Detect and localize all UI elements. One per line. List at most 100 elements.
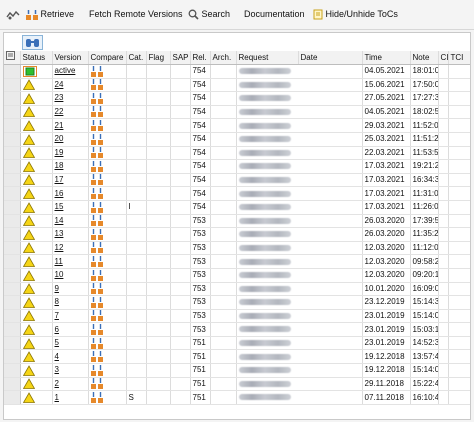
version-link[interactable]: 1 [52, 390, 89, 405]
row-selector[interactable] [4, 377, 21, 392]
table-row[interactable]: 5 751 23.01.201914:52:33 [4, 336, 470, 351]
version-link[interactable]: 16 [52, 186, 89, 201]
version-link[interactable]: 5 [52, 336, 89, 351]
table-row[interactable]: 12 753 12.03.202011:12:03 [4, 241, 470, 256]
row-selector[interactable] [4, 282, 21, 297]
column-arch[interactable]: Arch. [210, 51, 237, 65]
version-link[interactable]: active [52, 64, 89, 79]
row-selector[interactable] [4, 118, 21, 133]
column-version[interactable]: Version [52, 51, 89, 65]
version-link[interactable]: 23 [52, 91, 89, 106]
table-row[interactable]: 10 753 12.03.202009:20:15 [4, 268, 470, 283]
compare-button[interactable] [88, 377, 127, 392]
column-note[interactable]: Note [410, 51, 439, 65]
row-selector[interactable] [4, 295, 21, 310]
table-row[interactable]: 24 754 15.06.202117:50:00 [4, 78, 470, 93]
table-row[interactable]: 8 753 23.12.201915:14:38 [4, 295, 470, 310]
compare-button[interactable] [88, 132, 127, 147]
compare-button[interactable] [88, 282, 127, 297]
row-selector[interactable] [4, 173, 21, 188]
table-row[interactable]: 2 751 29.11.201815:22:41 [4, 377, 470, 392]
version-link[interactable]: 2 [52, 377, 89, 392]
table-row[interactable]: 3 751 19.12.201815:14:00 [4, 363, 470, 378]
version-link[interactable]: 9 [52, 282, 89, 297]
version-link[interactable]: 17 [52, 173, 89, 188]
version-link[interactable]: 18 [52, 159, 89, 174]
column-compare[interactable]: Compare [88, 51, 127, 65]
table-row[interactable]: 18 754 17.03.202119:21:24 [4, 159, 470, 174]
row-selector[interactable] [4, 390, 21, 405]
table-row[interactable]: 11 753 12.03.202009:58:21 [4, 254, 470, 269]
row-selector[interactable] [4, 309, 21, 324]
version-link[interactable]: 13 [52, 227, 89, 242]
table-row[interactable]: 16 754 17.03.202111:31:00 [4, 186, 470, 201]
version-link[interactable]: 14 [52, 214, 89, 229]
row-selector[interactable] [4, 254, 21, 269]
row-selector[interactable] [4, 349, 21, 365]
column-date[interactable]: Date [298, 51, 363, 65]
compare-button[interactable] [88, 241, 127, 256]
version-link[interactable]: 12 [52, 241, 89, 256]
version-link[interactable]: 8 [52, 295, 89, 310]
compare-button[interactable] [88, 214, 127, 229]
version-link[interactable]: 11 [52, 254, 89, 269]
table-row[interactable]: 6 753 23.01.201915:03:15 [4, 322, 470, 337]
table-row[interactable]: active 754 04.05.202118:01:05 [4, 64, 470, 79]
row-selector[interactable] [4, 64, 21, 79]
compare-button[interactable] [88, 254, 127, 269]
column-request[interactable]: Request [236, 51, 299, 65]
table-row[interactable]: 4 751 19.12.201813:57:40 [4, 349, 470, 365]
compare-button[interactable] [88, 295, 127, 310]
compare-button[interactable] [88, 363, 127, 378]
row-selector[interactable] [4, 132, 21, 147]
compare-button[interactable] [88, 227, 127, 242]
version-link[interactable]: 15 [52, 200, 89, 215]
row-selector[interactable] [4, 186, 21, 201]
compare-button[interactable] [88, 322, 127, 337]
select-all-cell[interactable] [4, 51, 21, 65]
column-tci[interactable]: TCI [448, 51, 470, 65]
table-row[interactable]: 7 753 23.01.201915:14:02 [4, 309, 470, 324]
row-selector[interactable] [4, 146, 21, 161]
column-sap[interactable]: SAP [170, 51, 191, 65]
fetch-remote-versions-button[interactable]: Fetch Remote Versions [89, 8, 183, 20]
compare-button[interactable] [88, 91, 127, 106]
compare-button[interactable] [88, 390, 127, 405]
version-link[interactable]: 6 [52, 322, 89, 337]
version-link[interactable]: 19 [52, 146, 89, 161]
version-link[interactable]: 20 [52, 132, 89, 147]
row-selector[interactable] [4, 78, 21, 93]
table-row[interactable]: 22 754 04.05.202118:02:57 [4, 105, 470, 120]
row-selector[interactable] [4, 322, 21, 337]
compare-button[interactable] [88, 336, 127, 351]
row-selector[interactable] [4, 200, 21, 215]
compare-button[interactable] [88, 105, 127, 120]
row-selector[interactable] [4, 227, 21, 242]
compare-button[interactable] [88, 186, 127, 201]
version-link[interactable]: 24 [52, 78, 89, 93]
hide-unhide-tocs-button[interactable]: Hide/Unhide ToCs [313, 8, 398, 20]
version-link[interactable]: 7 [52, 309, 89, 324]
compare-button[interactable] [88, 268, 127, 283]
table-row[interactable]: 14 753 26.03.202017:39:54 [4, 214, 470, 229]
display-settings-icon[interactable] [6, 8, 20, 21]
row-selector[interactable] [4, 268, 21, 283]
column-cat[interactable]: Cat. [126, 51, 147, 65]
filter-button[interactable] [22, 35, 43, 50]
compare-button[interactable] [88, 78, 127, 93]
column-status[interactable]: Status [20, 51, 53, 65]
table-row[interactable]: 9 753 10.01.202016:09:04 [4, 282, 470, 297]
version-link[interactable]: 21 [52, 118, 89, 133]
table-row[interactable]: 23 754 27.05.202117:27:38 [4, 91, 470, 106]
compare-button[interactable] [88, 173, 127, 188]
version-link[interactable]: 4 [52, 349, 89, 365]
table-row[interactable]: 19 754 22.03.202111:53:54 [4, 146, 470, 161]
compare-button[interactable] [88, 64, 127, 79]
column-ci[interactable]: CI [438, 51, 449, 65]
search-button[interactable]: Search [188, 8, 230, 20]
table-row[interactable]: 15 I 754 17.03.202111:26:03 [4, 200, 470, 215]
table-row[interactable]: 21 754 29.03.202111:52:02 [4, 118, 470, 133]
version-link[interactable]: 10 [52, 268, 89, 283]
column-flag[interactable]: Flag [146, 51, 171, 65]
row-selector[interactable] [4, 363, 21, 378]
